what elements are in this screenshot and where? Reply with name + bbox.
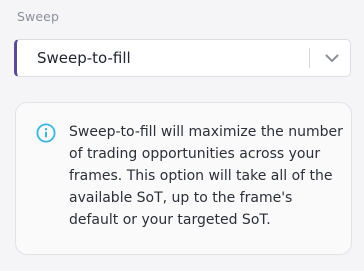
select-divider (309, 48, 310, 68)
sweep-selected-value: Sweep-to-fill (37, 49, 131, 67)
info-icon (36, 123, 56, 143)
sweep-label: Sweep (17, 9, 59, 24)
sweep-select[interactable]: Sweep-to-fill (14, 39, 351, 77)
info-message: Sweep-to-fill will maximize the number o… (69, 124, 343, 228)
sweep-settings-panel: Sweep Sweep-to-fill Sweep-to-fill will m… (0, 0, 364, 271)
chevron-down-icon[interactable] (324, 50, 340, 66)
info-card: Sweep-to-fill will maximize the number o… (15, 102, 352, 255)
